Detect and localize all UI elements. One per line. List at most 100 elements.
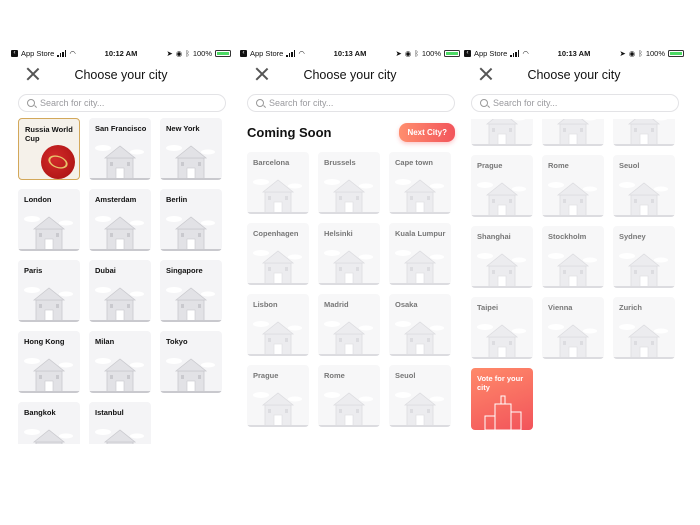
city-grid: Barcelona Brussels Cape town Copenhagen Hels… (237, 152, 463, 427)
status-time: 10:12 AM (104, 48, 138, 58)
location-icon: ➤ (166, 48, 173, 58)
close-icon[interactable] (26, 67, 40, 81)
wifi-icon: ◠ (298, 48, 305, 58)
city-tile-partial[interactable] (613, 119, 675, 146)
city-tile[interactable]: Paris (18, 260, 80, 322)
city-tile[interactable]: Russia World Cup (18, 118, 80, 180)
search-input[interactable] (40, 98, 200, 108)
city-tile[interactable]: Rome (318, 365, 380, 427)
close-icon[interactable] (479, 67, 493, 81)
alarm-icon: ◉ (628, 48, 636, 58)
city-name: Rome (324, 371, 345, 380)
city-tile[interactable]: Barcelona (247, 152, 309, 214)
city-name: Tokyo (166, 337, 188, 346)
back-arrow-icon[interactable]: ‹ (240, 49, 247, 57)
city-name: Brussels (324, 158, 356, 167)
city-tile-partial[interactable] (471, 119, 533, 146)
city-name: Milan (95, 337, 115, 346)
search-icon (27, 99, 35, 107)
city-tile[interactable]: London (18, 189, 80, 251)
city-tile[interactable]: Copenhagen (247, 223, 309, 285)
city-tile[interactable]: Tokyo (160, 331, 222, 393)
city-tile[interactable]: Prague (471, 155, 533, 217)
alarm-icon: ◉ (404, 48, 412, 58)
city-name: London (24, 195, 52, 204)
city-tile[interactable]: Vienna (542, 297, 604, 359)
city-tile[interactable]: Osaka (389, 294, 451, 356)
city-tile[interactable]: Rome (542, 155, 604, 217)
city-tile[interactable]: Istanbul (89, 402, 151, 444)
city-name: Zurich (619, 303, 642, 312)
screen-choose-city-2: ‹ App Store ◠ 10:13 AM ➤ ◉ ᛒ 100% Choose… (237, 44, 463, 444)
search-icon (480, 99, 488, 107)
city-tile[interactable]: Madrid (318, 294, 380, 356)
back-arrow-icon[interactable]: ‹ (464, 49, 471, 57)
city-tile[interactable]: Berlin (160, 189, 222, 251)
city-tile[interactable]: Seuol (389, 365, 451, 427)
city-tile[interactable]: Stockholm (542, 226, 604, 288)
page-title: Choose your city (74, 68, 168, 82)
search-bar[interactable] (247, 94, 455, 112)
city-name: Sydney (619, 232, 646, 241)
city-tile[interactable]: Seuol (613, 155, 675, 217)
search-input[interactable] (493, 98, 653, 108)
city-name: Barcelona (253, 158, 290, 167)
city-name: Helsinki (324, 229, 353, 238)
city-name: Kuala Lumpur (395, 229, 446, 238)
city-name: Vienna (548, 303, 573, 312)
city-tile[interactable]: Sydney (613, 226, 675, 288)
close-icon[interactable] (255, 67, 269, 81)
city-name: Copenhagen (253, 229, 299, 238)
city-grid: Russia World Cup San Francisco New York Lon… (8, 118, 234, 444)
city-tile[interactable]: Taipei (471, 297, 533, 359)
city-tile[interactable]: Cape town (389, 152, 451, 214)
city-tile[interactable]: Hong Kong (18, 331, 80, 393)
search-input[interactable] (269, 98, 429, 108)
signal-icon (510, 50, 520, 57)
world-cup-ball-icon (41, 145, 75, 179)
city-tile[interactable]: Shanghai (471, 226, 533, 288)
wifi-icon: ◠ (69, 48, 76, 58)
bluetooth-icon: ᛒ (414, 48, 419, 58)
search-icon (256, 99, 264, 107)
city-grid: Prague Rome Seuol Shanghai Stockholm Sydney Ta… (461, 155, 687, 430)
back-app-label[interactable]: App Store (250, 49, 283, 58)
city-tile[interactable]: Milan (89, 331, 151, 393)
city-name: Seuol (395, 371, 416, 380)
city-tile[interactable]: San Francisco (89, 118, 151, 180)
next-city-button[interactable]: Next City? (399, 123, 455, 142)
city-tile[interactable]: Kuala Lumpur (389, 223, 451, 285)
city-tile[interactable]: Singapore (160, 260, 222, 322)
page-title: Choose your city (527, 68, 621, 82)
city-tile[interactable]: Helsinki (318, 223, 380, 285)
location-icon: ➤ (395, 48, 402, 58)
city-name: Rome (548, 161, 569, 170)
header: Choose your city (8, 62, 234, 88)
city-name: Prague (253, 371, 279, 380)
city-tile[interactable]: Dubai (89, 260, 151, 322)
city-name: Osaka (395, 300, 418, 309)
back-app-label[interactable]: App Store (474, 49, 507, 58)
city-tile[interactable]: Prague (247, 365, 309, 427)
city-tile[interactable]: Brussels (318, 152, 380, 214)
city-tile[interactable]: Zurich (613, 297, 675, 359)
search-bar[interactable] (18, 94, 226, 112)
back-app-label[interactable]: App Store (21, 49, 54, 58)
header: Choose your city (461, 62, 687, 88)
coming-soon-section: Coming Soon Next City? (247, 123, 455, 142)
city-name: Hong Kong (24, 337, 65, 346)
city-tile[interactable]: Lisbon (247, 294, 309, 356)
status-bar: ‹ App Store ◠ 10:13 AM ➤ ◉ ᛒ 100% (237, 44, 463, 62)
city-tile[interactable]: New York (160, 118, 222, 180)
city-name: Shanghai (477, 232, 511, 241)
vote-for-city-tile[interactable]: Vote for your city (471, 368, 533, 430)
city-name: Taipei (477, 303, 499, 312)
status-time: 10:13 AM (333, 48, 367, 58)
city-tile[interactable]: Bangkok (18, 402, 80, 444)
search-bar[interactable] (471, 94, 679, 112)
signal-icon (57, 50, 67, 57)
city-tile[interactable]: Amsterdam (89, 189, 151, 251)
section-heading: Coming Soon (247, 125, 332, 140)
city-tile-partial[interactable] (542, 119, 604, 146)
back-arrow-icon[interactable]: ‹ (11, 49, 18, 57)
